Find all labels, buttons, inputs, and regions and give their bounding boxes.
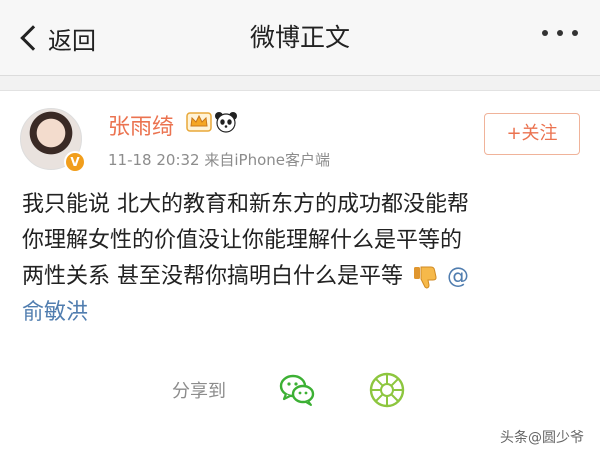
dot [542, 30, 548, 36]
mention-link[interactable]: @ [447, 264, 469, 289]
username[interactable]: 张雨绮 [108, 109, 174, 141]
dot [572, 30, 578, 36]
post-line: 你理解女性的价值没让你能理解什么是平等的 [22, 228, 463, 253]
post-card: V 张雨绮 11-18 20:32 来自iPhone客户端 +关注 我只能说 北… [0, 90, 600, 459]
share-label: 分享到 [172, 381, 226, 402]
more-dots-icon[interactable] [542, 30, 578, 36]
follow-button[interactable]: +关注 [484, 113, 580, 155]
nav-bar: 返回 微博正文 [0, 0, 600, 76]
post-line-text: 两性关系 甚至没帮你搞明白什么是平等 [22, 264, 403, 289]
crown-icon [186, 112, 212, 132]
mention-name[interactable]: 俞敏洪 [22, 300, 88, 325]
wechat-icon[interactable] [278, 371, 316, 409]
avatar[interactable]: V [20, 108, 86, 173]
panda-icon [215, 112, 237, 133]
share-row: 分享到 [172, 372, 405, 408]
watermark: 头条@圆少爷 [500, 430, 584, 446]
verified-badge-icon: V [64, 151, 86, 173]
post-timestamp: 11-18 20:32 [108, 151, 200, 169]
moments-icon[interactable] [368, 371, 406, 409]
post-body: 我只能说 北大的教育和新东方的成功都没能帮 你理解女性的价值没让你能理解什么是平… [22, 187, 582, 331]
post-source: 来自iPhone客户端 [204, 151, 331, 169]
page-title: 微博正文 [249, 23, 350, 52]
post-meta: 11-18 20:32 来自iPhone客户端 [108, 149, 330, 170]
post-line: 俞敏洪 [22, 295, 582, 331]
post-line: 我只能说 北大的教育和新东方的成功都没能帮 [22, 192, 469, 217]
post-line-last: 两性关系 甚至没帮你搞明白什么是平等 @ [22, 259, 582, 295]
thumbs-down-icon [414, 266, 437, 289]
dot [557, 30, 563, 36]
